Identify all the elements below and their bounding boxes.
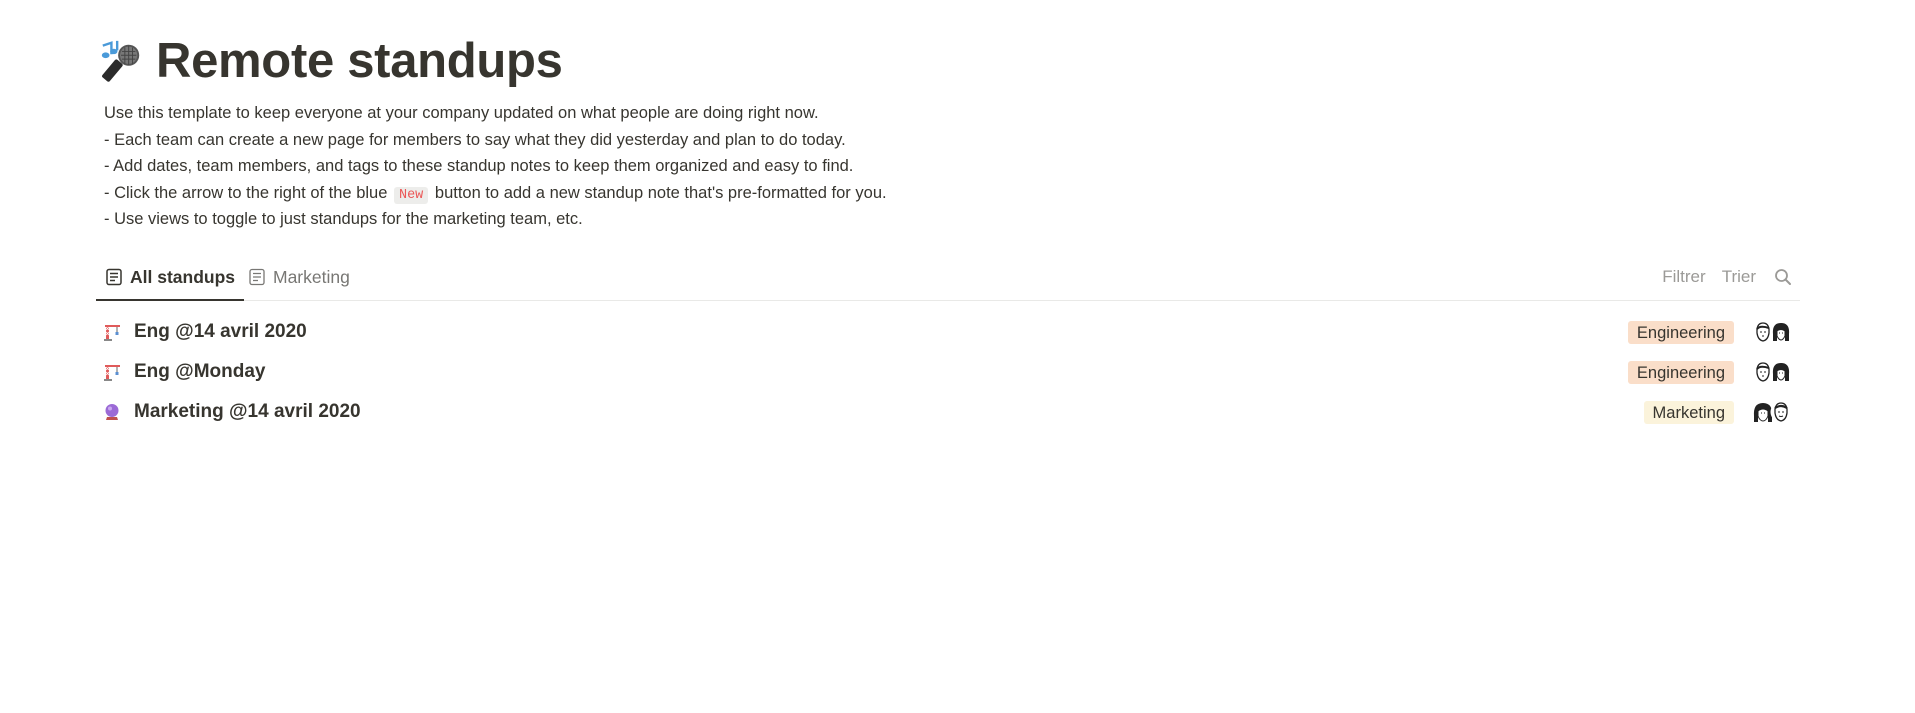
microphone-notes-icon[interactable] <box>98 38 144 84</box>
person-avatar <box>1770 361 1792 383</box>
page-title[interactable]: Remote standups <box>156 33 563 89</box>
crystal-ball-icon <box>105 404 119 420</box>
crane-icon <box>104 325 120 341</box>
search-icon[interactable] <box>1774 268 1792 286</box>
description-line: Use this template to keep everyone at yo… <box>104 104 819 122</box>
sort-button[interactable]: Trier <box>1722 267 1756 287</box>
tag-marketing: Marketing <box>1643 400 1734 424</box>
avatar-group <box>1752 360 1792 384</box>
tag-engineering: Engineering <box>1627 360 1734 384</box>
tab-label: All standups <box>130 266 236 287</box>
person-avatar <box>1770 321 1792 343</box>
view-tabs-bar: All standups Marketing Filtrer Trier <box>96 254 1800 301</box>
description-text: - Click the arrow to the right of the bl… <box>104 183 388 202</box>
tab-all-standups[interactable]: All standups <box>96 254 245 301</box>
page-description: Use this template to keep everyone at yo… <box>104 100 887 233</box>
row-properties: Engineering <box>1627 312 1792 352</box>
tab-marketing[interactable]: Marketing <box>248 254 350 300</box>
list-item[interactable]: Eng @Monday Engineering <box>96 352 1800 392</box>
description-line: - Use views to toggle to just standups f… <box>104 210 583 229</box>
person-avatar <box>1770 401 1792 423</box>
row-title[interactable]: Marketing @14 avril 2020 <box>134 392 361 432</box>
filter-button[interactable]: Filtrer <box>1662 267 1705 287</box>
list-item[interactable]: Marketing @14 avril 2020 Marketing <box>96 392 1800 432</box>
standup-list: Eng @14 avril 2020 Engineering Eng @Mond… <box>96 312 1800 432</box>
row-properties: Engineering <box>1627 352 1792 392</box>
description-line: - Add dates, team members, and tags to t… <box>104 157 854 176</box>
row-title[interactable]: Eng @Monday <box>134 352 265 392</box>
row-title[interactable]: Eng @14 avril 2020 <box>134 312 307 352</box>
tab-label: Marketing <box>273 266 350 287</box>
page-icon <box>249 268 265 286</box>
crane-icon <box>104 365 120 381</box>
tag-engineering: Engineering <box>1627 320 1734 344</box>
description-line: - Each team can create a new page for me… <box>104 130 846 149</box>
avatar-group <box>1752 400 1792 424</box>
description-text: button to add a new standup note that's … <box>434 183 887 202</box>
avatar-group <box>1752 320 1792 344</box>
row-properties: Marketing <box>1643 392 1792 432</box>
view-toolbar: Filtrer Trier <box>1646 254 1800 300</box>
inline-code-new: New <box>393 186 429 204</box>
list-item[interactable]: Eng @14 avril 2020 Engineering <box>96 312 1800 352</box>
page-header: Remote standups <box>98 28 563 94</box>
description-line: - Click the arrow to the right of the bl… <box>104 180 887 207</box>
page-icon <box>106 268 122 286</box>
